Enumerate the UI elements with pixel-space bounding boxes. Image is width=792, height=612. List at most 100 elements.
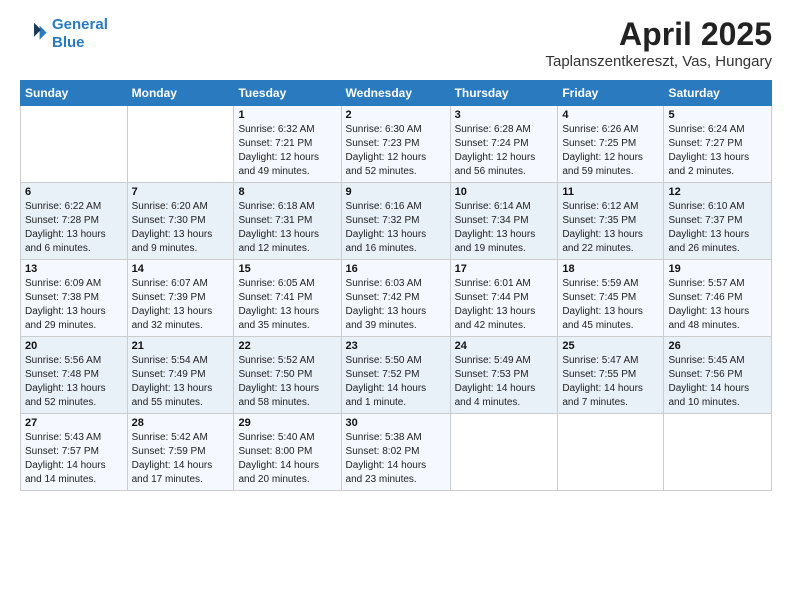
calendar-cell — [127, 106, 234, 183]
calendar-week-row: 6 Sunrise: 6:22 AM Sunset: 7:28 PM Daylig… — [21, 183, 772, 260]
calendar-cell: 4 Sunrise: 6:26 AM Sunset: 7:25 PM Daylig… — [558, 106, 664, 183]
cell-info: Sunrise: 6:05 AM Sunset: 7:41 PM Dayligh… — [238, 277, 336, 333]
cell-info: Sunrise: 6:16 AM Sunset: 7:32 PM Dayligh… — [346, 200, 446, 256]
calendar-cell: 20Sunrise: 5:56 AM Sunset: 7:48 PM Dayli… — [21, 337, 128, 414]
calendar-cell: 7Sunrise: 6:20 AM Sunset: 7:30 PM Daylig… — [127, 183, 234, 260]
cell-info: Sunrise: 6:24 AM Sunset: 7:27 PM Dayligh… — [668, 123, 767, 179]
cell-info: Sunrise: 6:14 AM Sunset: 7:34 PM Dayligh… — [455, 200, 554, 256]
cell-day-number: 28 — [132, 417, 230, 429]
cell-day-number: 10 — [455, 186, 554, 198]
calendar-cell: 13 Sunrise: 6:09 AM Sunset: 7:38 PM Dayli… — [21, 260, 128, 337]
cell-info: Sunrise: 6:03 AM Sunset: 7:42 PM Dayligh… — [346, 277, 446, 333]
cell-day-number: 22 — [238, 340, 336, 352]
calendar-cell: 11 Sunrise: 6:12 AM Sunset: 7:35 PM Dayli… — [558, 183, 664, 260]
cell-day-number: 12 — [668, 186, 767, 198]
calendar-cell: 6 Sunrise: 6:22 AM Sunset: 7:28 PM Daylig… — [21, 183, 128, 260]
calendar-week-row: 20Sunrise: 5:56 AM Sunset: 7:48 PM Dayli… — [21, 337, 772, 414]
cell-info: Sunrise: 5:50 AM Sunset: 7:52 PM Dayligh… — [346, 354, 446, 410]
calendar-cell: 19 Sunrise: 5:57 AM Sunset: 7:46 PM Dayli… — [664, 260, 772, 337]
column-header-tuesday: Tuesday — [234, 81, 341, 106]
cell-info: Sunrise: 5:57 AM Sunset: 7:46 PM Dayligh… — [668, 277, 767, 333]
calendar-cell: 27 Sunrise: 5:43 AM Sunset: 7:57 PM Dayli… — [21, 414, 128, 491]
cell-info: Sunrise: 6:12 AM Sunset: 7:35 PM Dayligh… — [562, 200, 659, 256]
cell-info: Sunrise: 6:09 AM Sunset: 7:38 PM Dayligh… — [25, 277, 123, 333]
calendar-cell: 2 Sunrise: 6:30 AM Sunset: 7:23 PM Daylig… — [341, 106, 450, 183]
cell-info: Sunrise: 5:40 AM Sunset: 8:00 PM Dayligh… — [238, 431, 336, 487]
cell-day-number: 14 — [132, 263, 230, 275]
cell-day-number: 24 — [455, 340, 554, 352]
logo-text: General Blue — [52, 16, 108, 52]
cell-day-number: 18 — [562, 263, 659, 275]
calendar-cell: 1 Sunrise: 6:32 AM Sunset: 7:21 PM Daylig… — [234, 106, 341, 183]
calendar-week-row: 1 Sunrise: 6:32 AM Sunset: 7:21 PM Daylig… — [21, 106, 772, 183]
cell-info: Sunrise: 5:52 AM Sunset: 7:50 PM Dayligh… — [238, 354, 336, 410]
cell-day-number: 4 — [562, 109, 659, 121]
column-header-thursday: Thursday — [450, 81, 558, 106]
cell-day-number: 16 — [346, 263, 446, 275]
cell-day-number: 23 — [346, 340, 446, 352]
logo-line1: General — [52, 16, 108, 33]
cell-day-number: 7 — [132, 186, 230, 198]
calendar-cell: 3 Sunrise: 6:28 AM Sunset: 7:24 PM Daylig… — [450, 106, 558, 183]
cell-info: Sunrise: 5:42 AM Sunset: 7:59 PM Dayligh… — [132, 431, 230, 487]
cell-info: Sunrise: 5:43 AM Sunset: 7:57 PM Dayligh… — [25, 431, 123, 487]
calendar-cell — [450, 414, 558, 491]
title-block: April 2025 Taplanszentkereszt, Vas, Hung… — [545, 16, 772, 70]
calendar-cell: 8Sunrise: 6:18 AM Sunset: 7:31 PM Daylig… — [234, 183, 341, 260]
cell-info: Sunrise: 5:54 AM Sunset: 7:49 PM Dayligh… — [132, 354, 230, 410]
cell-day-number: 19 — [668, 263, 767, 275]
calendar-cell: 10 Sunrise: 6:14 AM Sunset: 7:34 PM Dayli… — [450, 183, 558, 260]
calendar-cell — [21, 106, 128, 183]
calendar-cell: 5 Sunrise: 6:24 AM Sunset: 7:27 PM Daylig… — [664, 106, 772, 183]
cell-info: Sunrise: 5:38 AM Sunset: 8:02 PM Dayligh… — [346, 431, 446, 487]
calendar-week-row: 13 Sunrise: 6:09 AM Sunset: 7:38 PM Dayli… — [21, 260, 772, 337]
calendar-title: April 2025 — [545, 16, 772, 53]
cell-day-number: 1 — [238, 109, 336, 121]
calendar-table: SundayMondayTuesdayWednesdayThursdayFrid… — [20, 80, 772, 491]
cell-info: Sunrise: 6:28 AM Sunset: 7:24 PM Dayligh… — [455, 123, 554, 179]
calendar-cell: 16 Sunrise: 6:03 AM Sunset: 7:42 PM Dayli… — [341, 260, 450, 337]
logo-icon — [20, 20, 48, 48]
page: General Blue April 2025 Taplanszentkeres… — [0, 0, 792, 507]
calendar-cell: 23 Sunrise: 5:50 AM Sunset: 7:52 PM Dayli… — [341, 337, 450, 414]
cell-day-number: 25 — [562, 340, 659, 352]
calendar-cell: 25 Sunrise: 5:47 AM Sunset: 7:55 PM Dayli… — [558, 337, 664, 414]
calendar-cell: 9Sunrise: 6:16 AM Sunset: 7:32 PM Daylig… — [341, 183, 450, 260]
cell-day-number: 8 — [238, 186, 336, 198]
cell-info: Sunrise: 6:07 AM Sunset: 7:39 PM Dayligh… — [132, 277, 230, 333]
column-header-friday: Friday — [558, 81, 664, 106]
cell-day-number: 15 — [238, 263, 336, 275]
cell-info: Sunrise: 5:45 AM Sunset: 7:56 PM Dayligh… — [668, 354, 767, 410]
cell-day-number: 27 — [25, 417, 123, 429]
calendar-header-row: SundayMondayTuesdayWednesdayThursdayFrid… — [21, 81, 772, 106]
cell-info: Sunrise: 5:47 AM Sunset: 7:55 PM Dayligh… — [562, 354, 659, 410]
cell-day-number: 11 — [562, 186, 659, 198]
calendar-cell — [664, 414, 772, 491]
cell-day-number: 29 — [238, 417, 336, 429]
cell-info: Sunrise: 5:59 AM Sunset: 7:45 PM Dayligh… — [562, 277, 659, 333]
calendar-week-row: 27 Sunrise: 5:43 AM Sunset: 7:57 PM Dayli… — [21, 414, 772, 491]
cell-info: Sunrise: 6:26 AM Sunset: 7:25 PM Dayligh… — [562, 123, 659, 179]
cell-info: Sunrise: 5:49 AM Sunset: 7:53 PM Dayligh… — [455, 354, 554, 410]
cell-info: Sunrise: 6:30 AM Sunset: 7:23 PM Dayligh… — [346, 123, 446, 179]
cell-day-number: 13 — [25, 263, 123, 275]
calendar-cell: 24 Sunrise: 5:49 AM Sunset: 7:53 PM Dayli… — [450, 337, 558, 414]
cell-day-number: 26 — [668, 340, 767, 352]
calendar-cell: 21 Sunrise: 5:54 AM Sunset: 7:49 PM Dayli… — [127, 337, 234, 414]
calendar-cell: 18 Sunrise: 5:59 AM Sunset: 7:45 PM Dayli… — [558, 260, 664, 337]
logo: General Blue — [20, 16, 108, 52]
cell-day-number: 2 — [346, 109, 446, 121]
calendar-cell: 22 Sunrise: 5:52 AM Sunset: 7:50 PM Dayli… — [234, 337, 341, 414]
cell-day-number: 5 — [668, 109, 767, 121]
cell-day-number: 6 — [25, 186, 123, 198]
cell-day-number: 3 — [455, 109, 554, 121]
calendar-cell: 29 Sunrise: 5:40 AM Sunset: 8:00 PM Dayli… — [234, 414, 341, 491]
calendar-cell: 15 Sunrise: 6:05 AM Sunset: 7:41 PM Dayli… — [234, 260, 341, 337]
cell-info: Sunrise: 6:32 AM Sunset: 7:21 PM Dayligh… — [238, 123, 336, 179]
column-header-wednesday: Wednesday — [341, 81, 450, 106]
cell-day-number: 21 — [132, 340, 230, 352]
cell-info: Sunrise: 5:56 AM Sunset: 7:48 PM Dayligh… — [25, 354, 123, 410]
calendar-cell: 26 Sunrise: 5:45 AM Sunset: 7:56 PM Dayli… — [664, 337, 772, 414]
column-header-sunday: Sunday — [21, 81, 128, 106]
cell-info: Sunrise: 6:22 AM Sunset: 7:28 PM Dayligh… — [25, 200, 123, 256]
